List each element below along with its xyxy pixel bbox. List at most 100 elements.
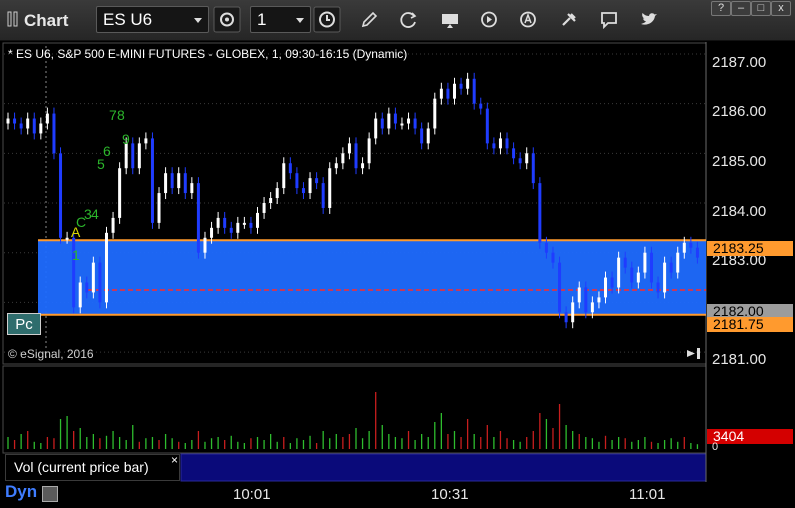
candle-body <box>354 143 358 169</box>
candle-body <box>236 222 240 233</box>
candle-body <box>518 158 522 164</box>
upper-band-tag: 2183.25 <box>707 241 793 256</box>
lower-band-tag: 2181.75 <box>707 317 793 332</box>
candle-body <box>466 78 470 89</box>
candle-body <box>91 262 95 293</box>
clock-button[interactable] <box>313 6 341 33</box>
candle-body <box>669 262 673 273</box>
candle-body <box>52 113 56 154</box>
candle-body <box>387 113 391 129</box>
maximize-button[interactable]: □ <box>751 1 771 16</box>
candle-body <box>571 302 575 323</box>
candle-body <box>531 153 535 184</box>
volume-panel-label: Vol (current price bar) <box>5 454 180 481</box>
play-button[interactable] <box>475 6 503 33</box>
price-axis-label: 2186.00 <box>712 103 767 120</box>
candle-body <box>630 267 634 283</box>
candle-body <box>19 123 23 129</box>
candle-body <box>183 173 187 194</box>
wave-label: 1 <box>72 247 80 263</box>
candle-body <box>643 252 647 273</box>
chart-header: * ES U6, S&P 500 E-MINI FUTURES - GLOBEX… <box>8 47 408 61</box>
auto-button[interactable] <box>514 6 542 33</box>
candle-body <box>216 217 220 228</box>
candle-body <box>623 257 627 268</box>
candle-body <box>380 118 384 129</box>
candle-body <box>393 113 397 124</box>
candle-body <box>689 242 693 248</box>
candle-body <box>663 262 667 293</box>
get-button[interactable] <box>436 6 464 33</box>
pc-label[interactable]: Pc <box>7 313 41 335</box>
candle-body <box>295 173 299 189</box>
candle-body <box>341 153 345 164</box>
comment-button[interactable] <box>595 6 623 33</box>
clock-icon <box>313 6 341 33</box>
interval-combo[interactable]: 1 <box>250 6 311 33</box>
candle-body <box>420 128 424 144</box>
symbol-combo[interactable]: ES U6 <box>96 6 209 33</box>
candle-body <box>85 282 89 293</box>
candle-body <box>525 153 529 164</box>
window-title: Chart <box>24 11 69 30</box>
scroll-to-end-icon[interactable] <box>686 347 703 360</box>
comment-icon <box>601 12 617 30</box>
candle-body <box>242 222 246 225</box>
candle-body <box>485 108 489 144</box>
twitter-icon <box>641 13 657 25</box>
candle-body <box>210 227 214 238</box>
candle-body <box>584 287 588 313</box>
candle-body <box>104 232 108 303</box>
candle-body <box>98 262 102 303</box>
dynamic-mode-label[interactable]: Dyn <box>5 482 37 502</box>
lock-icon[interactable] <box>42 486 58 502</box>
title-bar: Chart ES U6 1 ? – □ x <box>0 0 795 41</box>
candle-body <box>26 118 30 129</box>
candle-body <box>256 212 260 228</box>
close-volume-icon[interactable]: × <box>171 453 178 467</box>
candle-body <box>695 247 699 258</box>
candle-body <box>32 118 36 134</box>
twitter-button[interactable] <box>635 6 663 33</box>
candle-body <box>636 272 640 283</box>
candle-body <box>269 198 273 203</box>
volume-panel-border <box>2 365 707 454</box>
refresh-button[interactable] <box>395 6 423 33</box>
volume-zero-label: 0 <box>712 441 719 453</box>
candle-body <box>656 282 660 293</box>
candle-body <box>479 103 483 109</box>
pencil-icon <box>361 11 378 28</box>
help-button[interactable]: ? <box>711 1 731 16</box>
candle-body <box>59 153 63 238</box>
candle-body <box>170 173 174 189</box>
candle-body <box>131 143 135 169</box>
minimize-button[interactable]: – <box>731 1 751 16</box>
candle-body <box>6 118 10 124</box>
candle-body <box>558 262 562 313</box>
pencil-button[interactable] <box>355 6 383 33</box>
gear-icon <box>213 6 241 33</box>
candle-body <box>505 138 509 149</box>
candle-body <box>433 98 437 129</box>
close-button[interactable]: x <box>771 1 791 16</box>
candle-body <box>590 302 594 313</box>
candle-body <box>164 173 168 194</box>
gear-button[interactable] <box>213 6 241 33</box>
candle-body <box>45 113 49 124</box>
tools-button[interactable] <box>555 6 583 33</box>
tools-icon <box>562 13 576 26</box>
candle-body <box>610 277 614 288</box>
candle-body <box>347 143 351 154</box>
time-axis-label: 10:01 <box>233 486 271 503</box>
candle-body <box>459 83 463 89</box>
candle-body <box>374 118 378 139</box>
interval-value: 1 <box>257 10 267 29</box>
volume-tag: 3404 <box>707 429 793 444</box>
chart-area[interactable]: * ES U6, S&P 500 E-MINI FUTURES - GLOBEX… <box>0 42 795 508</box>
price-axis-label: 2185.00 <box>712 153 767 170</box>
candle-body <box>538 183 542 243</box>
candle-body <box>426 128 430 144</box>
wave-label: 6 <box>103 143 111 159</box>
window-grip-icon[interactable] <box>7 11 19 27</box>
volume-panel-text: Vol (current price bar) <box>14 459 149 475</box>
